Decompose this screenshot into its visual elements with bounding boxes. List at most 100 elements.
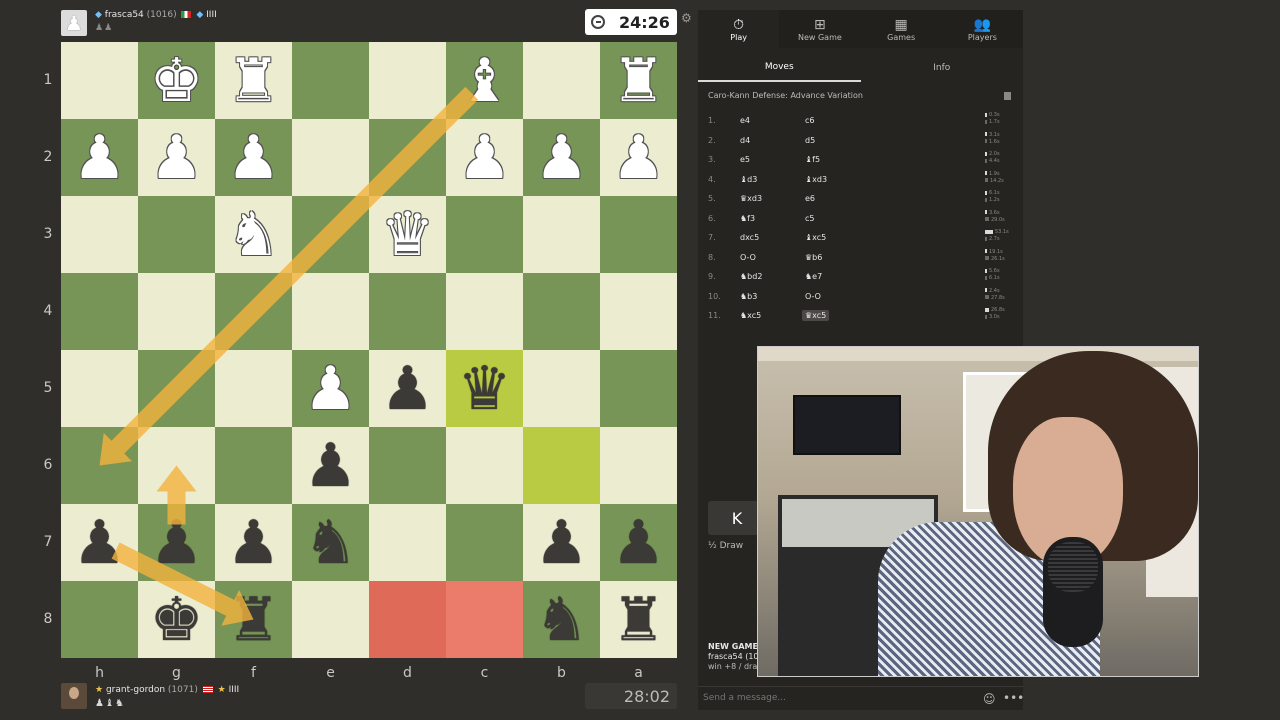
white-move[interactable]: ♞bd2 (740, 272, 762, 281)
white-move[interactable]: d4 (740, 136, 750, 145)
black-move[interactable]: e6 (805, 194, 815, 203)
square-d7[interactable] (369, 504, 446, 581)
square-b4[interactable] (523, 273, 600, 350)
square-g5[interactable] (138, 350, 215, 427)
more-options-icon[interactable]: ••• (1003, 691, 1024, 705)
square-d6[interactable] (369, 427, 446, 504)
white-move[interactable]: ♞b3 (740, 292, 757, 301)
square-g6[interactable] (138, 427, 215, 504)
black-move[interactable]: ♝xd3 (805, 175, 827, 184)
black-move[interactable]: ♝xc5 (805, 233, 826, 242)
black-move[interactable]: ♞e7 (805, 272, 822, 281)
chess-board[interactable]: ♚ ♜ ♝ ♜ ♟ ♟ ♟ ♟ ♟ ♟ ♞ ♛ ♟ ♟ ♛ ♟ ♟ ♟ ♟ ♞ ♟ ♟ ♚ ♜ ♞ ♜ 12345678hgfed… (44, 42, 677, 681)
square-d2[interactable] (369, 119, 446, 196)
square-a3[interactable] (600, 196, 677, 273)
square-d8[interactable] (369, 581, 446, 658)
square-b3[interactable] (523, 196, 600, 273)
white-move[interactable]: ♝d3 (740, 175, 757, 184)
white-move[interactable]: O-O (740, 253, 756, 262)
piece-a1[interactable]: ♜ (600, 42, 677, 119)
tab-moves[interactable]: Moves (698, 54, 861, 82)
black-move[interactable]: ♛b6 (805, 253, 822, 262)
chat-input[interactable] (703, 693, 973, 703)
piece-e7[interactable]: ♞ (292, 504, 369, 581)
nav-players[interactable]: 👥 Players (942, 10, 1023, 48)
nav-new-game[interactable]: ⊞ New Game (779, 10, 860, 48)
square-g3[interactable] (138, 196, 215, 273)
top-player-name[interactable]: frasca54 (105, 10, 144, 20)
piece-g7[interactable]: ♟ (138, 504, 215, 581)
square-h3[interactable] (61, 196, 138, 273)
piece-a7[interactable]: ♟ (600, 504, 677, 581)
square-f4[interactable] (215, 273, 292, 350)
emoji-icon[interactable]: ☺ (983, 692, 996, 706)
square-d1[interactable] (369, 42, 446, 119)
draw-button[interactable]: ½ Draw (708, 541, 743, 551)
black-move[interactable]: ♛xc5 (802, 310, 830, 321)
square-b6[interactable] (523, 427, 600, 504)
black-move[interactable]: d5 (805, 136, 815, 145)
white-move[interactable]: e4 (740, 116, 750, 125)
white-move[interactable]: e5 (740, 155, 750, 164)
piece-b7[interactable]: ♟ (523, 504, 600, 581)
square-c4[interactable] (446, 273, 523, 350)
piece-c5[interactable]: ♛ (446, 350, 523, 427)
white-move[interactable]: ♞xc5 (740, 311, 761, 320)
black-move[interactable]: c5 (805, 214, 815, 223)
square-f5[interactable] (215, 350, 292, 427)
black-move[interactable]: c6 (805, 116, 815, 125)
square-h8[interactable] (61, 581, 138, 658)
nav-games[interactable]: ▦ Games (861, 10, 942, 48)
piece-c1[interactable]: ♝ (446, 42, 523, 119)
piece-d5[interactable]: ♟ (369, 350, 446, 427)
piece-g2[interactable]: ♟ (138, 119, 215, 196)
white-move[interactable]: ♛xd3 (740, 194, 762, 203)
square-c6[interactable] (446, 427, 523, 504)
piece-f2[interactable]: ♟ (215, 119, 292, 196)
square-h1[interactable] (61, 42, 138, 119)
nav-play[interactable]: ⏱ Play (698, 10, 780, 48)
piece-a8[interactable]: ♜ (600, 581, 677, 658)
piece-f3[interactable]: ♞ (215, 196, 292, 273)
square-e4[interactable] (292, 273, 369, 350)
square-a5[interactable] (600, 350, 677, 427)
piece-b2[interactable]: ♟ (523, 119, 600, 196)
piece-e5[interactable]: ♟ (292, 350, 369, 427)
square-c7[interactable] (446, 504, 523, 581)
book-icon[interactable] (1004, 92, 1011, 100)
piece-f7[interactable]: ♟ (215, 504, 292, 581)
square-c8[interactable] (446, 581, 523, 658)
square-e1[interactable] (292, 42, 369, 119)
square-e2[interactable] (292, 119, 369, 196)
piece-g1[interactable]: ♚ (138, 42, 215, 119)
piece-e6[interactable]: ♟ (292, 427, 369, 504)
square-b1[interactable] (523, 42, 600, 119)
black-move[interactable]: O-O (805, 292, 821, 301)
square-e3[interactable] (292, 196, 369, 273)
black-move[interactable]: ♝f5 (805, 155, 820, 164)
square-d4[interactable] (369, 273, 446, 350)
piece-c2[interactable]: ♟ (446, 119, 523, 196)
top-player-avatar[interactable]: ♟ (61, 10, 87, 36)
piece-h7[interactable]: ♟ (61, 504, 138, 581)
piece-h2[interactable]: ♟ (61, 119, 138, 196)
piece-f1[interactable]: ♜ (215, 42, 292, 119)
square-b5[interactable] (523, 350, 600, 427)
square-h6[interactable] (61, 427, 138, 504)
white-move[interactable]: ♞f3 (740, 214, 755, 223)
piece-b8[interactable]: ♞ (523, 581, 600, 658)
piece-a2[interactable]: ♟ (600, 119, 677, 196)
square-h4[interactable] (61, 273, 138, 350)
square-h5[interactable] (61, 350, 138, 427)
piece-f8[interactable]: ♜ (215, 581, 292, 658)
white-move[interactable]: dxc5 (740, 233, 759, 242)
opening-name[interactable]: Caro-Kann Defense: Advance Variation (708, 91, 863, 100)
piece-d3[interactable]: ♛ (369, 196, 446, 273)
tab-info[interactable]: Info (861, 54, 1024, 82)
bottom-player-name[interactable]: grant-gordon (106, 685, 165, 695)
new-game-card[interactable]: NEW GAME frasca54 (10 win +8 / draw (708, 642, 764, 672)
square-f6[interactable] (215, 427, 292, 504)
square-e8[interactable] (292, 581, 369, 658)
square-a4[interactable] (600, 273, 677, 350)
gear-icon[interactable]: ⚙ (681, 11, 692, 25)
